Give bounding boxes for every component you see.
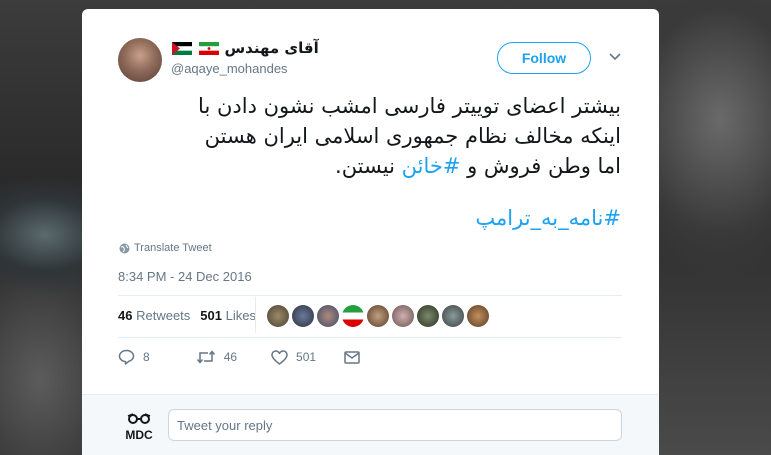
hashtag-khaen[interactable]: #خائن xyxy=(402,154,461,178)
tweet-card: آقای مهندس @aqaye_mohandes Follow بیشتر … xyxy=(82,9,659,455)
tweet-line-2: اینکه مخالف نظام جمهوری اسلامی ایران هست… xyxy=(204,124,621,148)
translate-tweet-link[interactable]: Translate Tweet xyxy=(119,242,212,254)
liker-avatar[interactable] xyxy=(417,305,439,327)
divider-bottom xyxy=(118,337,622,338)
author-handle[interactable]: @aqaye_mohandes xyxy=(171,61,288,76)
retweet-count: 46 xyxy=(223,350,238,364)
likes-stat[interactable]: 501 Likes xyxy=(200,308,256,323)
heart-icon xyxy=(271,349,288,365)
direct-message-action[interactable] xyxy=(344,350,360,364)
envelope-icon xyxy=(344,350,360,364)
retweets-stat[interactable]: 46 Retweets xyxy=(118,308,190,323)
retweets-label: Retweets xyxy=(136,308,191,323)
reply-input[interactable] xyxy=(168,409,622,441)
likes-count: 501 xyxy=(200,308,222,323)
tweet-line-3-start: اما وطن فروش و xyxy=(460,154,621,178)
liker-avatar[interactable] xyxy=(267,305,289,327)
like-count: 501 xyxy=(296,350,317,364)
reply-count: 8 xyxy=(143,350,150,364)
liker-avatar-iran-flag[interactable] xyxy=(342,305,364,327)
liker-avatar[interactable] xyxy=(317,305,339,327)
author-name: آقای مهندس xyxy=(224,39,319,57)
retweet-action[interactable]: 46 xyxy=(196,350,237,364)
retweets-count: 46 xyxy=(118,308,133,323)
timestamp[interactable]: 8:34 PM - 24 Dec 2016 xyxy=(118,269,252,284)
liker-avatar[interactable] xyxy=(442,305,464,327)
palestine-flag-icon xyxy=(172,42,192,55)
chevron-down-icon[interactable] xyxy=(609,52,621,62)
tweet-stats: 46 Retweets 501 Likes xyxy=(118,308,256,323)
globe-icon xyxy=(119,243,130,253)
liker-avatar[interactable] xyxy=(292,305,314,327)
liker-avatar[interactable] xyxy=(467,305,489,327)
hashtag-letter-to-trump[interactable]: #نامه_به_ترامپ xyxy=(475,206,621,230)
liker-avatars xyxy=(267,305,489,327)
reply-icon xyxy=(118,349,135,365)
tweet-line-1: بیشتر اعضای توییتر فارسی امشب نشون دادن … xyxy=(198,94,621,118)
logo-text: MDC xyxy=(125,428,153,442)
current-user-avatar[interactable]: MDC xyxy=(124,413,154,442)
reply-action[interactable]: 8 xyxy=(118,349,150,365)
liker-avatar[interactable] xyxy=(392,305,414,327)
tweet-text: بیشتر اعضای توییتر فارسی امشب نشون دادن … xyxy=(101,91,621,181)
divider-top xyxy=(118,295,622,296)
author-name-row[interactable]: آقای مهندس xyxy=(170,39,319,57)
translate-label: Translate Tweet xyxy=(134,242,212,254)
liker-avatar[interactable] xyxy=(367,305,389,327)
retweet-icon xyxy=(196,350,215,364)
glasses-icon xyxy=(127,413,151,424)
follow-button[interactable]: Follow xyxy=(497,42,591,74)
iran-flag-icon xyxy=(199,42,220,55)
tweet-line-3-end: نیستن. xyxy=(335,154,402,178)
reply-area: MDC xyxy=(82,394,659,455)
stats-separator xyxy=(255,297,256,333)
action-bar: 8 46 501 xyxy=(118,349,388,365)
like-action[interactable]: 501 xyxy=(271,349,317,365)
likes-label: Likes xyxy=(225,308,256,323)
avatar[interactable] xyxy=(118,38,162,82)
tweet-line-3: اما وطن فروش و #خائن نیستن. xyxy=(101,151,621,181)
